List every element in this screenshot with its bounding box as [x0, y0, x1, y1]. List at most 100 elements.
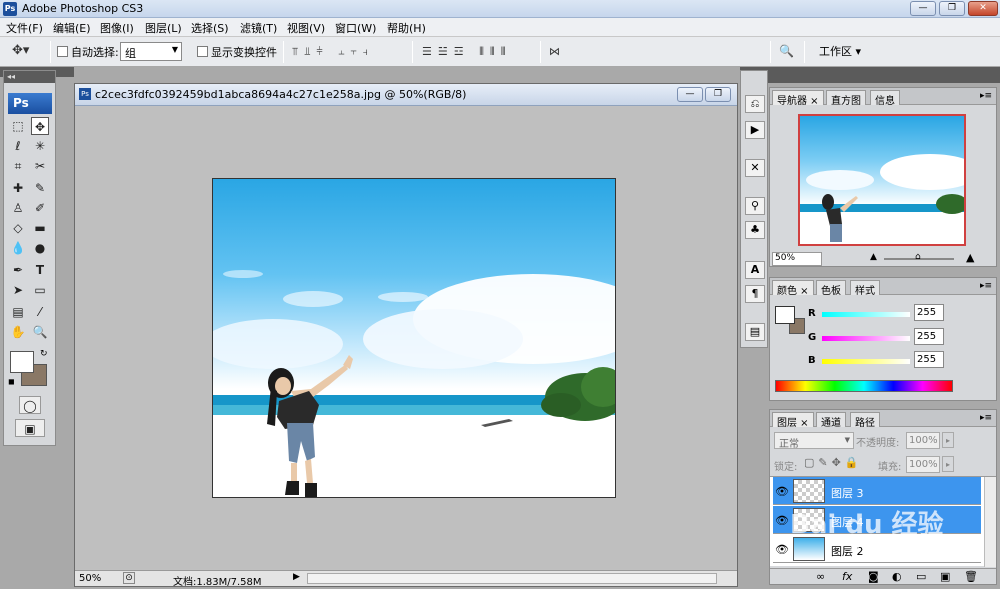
zoom-tool-icon[interactable]: 🔍	[31, 323, 49, 341]
opacity-field[interactable]: 100%	[906, 432, 940, 449]
notes-tool-icon[interactable]: ▤	[9, 303, 27, 321]
new-group-icon[interactable]: ▭	[916, 570, 926, 583]
tab-histogram[interactable]: 直方图	[826, 90, 866, 107]
beach-photo[interactable]	[212, 178, 616, 498]
history-brush-icon[interactable]: ✐	[31, 199, 49, 217]
menu-select[interactable]: 选择(S)	[191, 20, 229, 36]
zoom-in-icon[interactable]: ▲	[966, 251, 974, 264]
fill-field[interactable]: 100%	[906, 456, 940, 473]
doc-restore-button[interactable]: ❐	[705, 87, 731, 102]
minimize-button[interactable]: —	[910, 1, 936, 16]
trash-icon[interactable]: 🗑	[964, 570, 978, 583]
eye-icon[interactable]: 👁	[775, 514, 789, 527]
toolbox-collapse-icon[interactable]: ◂◂	[4, 71, 55, 83]
align-icons[interactable]: ⫪⫫⫩ ⫠⫟⫞	[292, 45, 374, 59]
eraser-tool-icon[interactable]: ◇	[9, 219, 27, 237]
tab-channels[interactable]: 通道	[816, 412, 846, 429]
path-select-icon[interactable]: ➤	[9, 281, 27, 299]
menu-edit[interactable]: 编辑(E)	[53, 20, 91, 36]
shape-tool-icon[interactable]: ▭	[31, 281, 49, 299]
tab-styles[interactable]: 样式	[850, 280, 880, 297]
crop-tool-icon[interactable]: ⌗	[9, 157, 27, 175]
new-layer-icon[interactable]: ▣	[940, 570, 950, 583]
opacity-arrow-icon[interactable]: ▸	[942, 432, 954, 448]
brushes-panel-icon[interactable]: ⚲	[745, 197, 765, 215]
b-channel-value[interactable]: 255	[914, 351, 944, 368]
menu-file[interactable]: 文件(F)	[6, 20, 43, 36]
show-transform-checkbox[interactable]	[197, 46, 208, 57]
layer-comps-icon[interactable]: ▤	[745, 323, 765, 341]
clone-source-icon[interactable]: ♣	[745, 221, 765, 239]
zoom-readout[interactable]: 50%	[79, 573, 101, 584]
lock-icons[interactable]: ▢✎✥🔒	[804, 456, 863, 469]
navigator-preview[interactable]	[798, 114, 966, 246]
tab-navigator[interactable]: 导航器 ×	[772, 90, 824, 107]
close-button[interactable]: ✕	[968, 1, 998, 16]
layer-row[interactable]: 👁 图层 2	[773, 535, 981, 563]
restore-button[interactable]: ❐	[939, 1, 965, 16]
foreground-color-swatch[interactable]	[10, 351, 34, 373]
navigator-zoom-field[interactable]: 50%	[772, 252, 822, 266]
fx-icon[interactable]: fx	[842, 570, 852, 583]
type-tool-icon[interactable]: T	[31, 261, 49, 279]
dodge-tool-icon[interactable]: ●	[31, 239, 49, 257]
bridge-icon[interactable]: 🔍	[779, 44, 794, 58]
lasso-tool-icon[interactable]: ℓ	[9, 137, 27, 155]
paragraph-panel-icon[interactable]: ¶	[745, 285, 765, 303]
distribute-icons[interactable]: ☰☱☲ ⦀⦀⦀	[422, 45, 512, 59]
menu-help[interactable]: 帮助(H)	[387, 20, 426, 36]
tab-color[interactable]: 颜色 ×	[772, 280, 814, 297]
color-fg-swatch[interactable]	[775, 306, 795, 324]
marquee-tool-icon[interactable]: ⬚	[9, 117, 27, 135]
slice-tool-icon[interactable]: ✂	[31, 157, 49, 175]
blur-tool-icon[interactable]: 💧	[9, 239, 27, 257]
zoom-slider-thumb-icon[interactable]: ⌂	[915, 252, 921, 262]
move-tool-icon[interactable]: ✥	[31, 117, 49, 135]
auto-align-icon[interactable]: ⋈	[549, 45, 560, 58]
menu-image[interactable]: 图像(I)	[100, 20, 134, 36]
layers-scrollbar[interactable]	[984, 477, 996, 567]
blend-mode-dropdown[interactable]: 正常 ▼	[774, 432, 854, 450]
brush-tool-icon[interactable]: ✎	[31, 179, 49, 197]
zoom-out-icon[interactable]: ▲	[870, 252, 877, 262]
pen-tool-icon[interactable]: ✒	[9, 261, 27, 279]
magic-wand-icon[interactable]: ✳	[31, 137, 49, 155]
horizontal-scrollbar[interactable]	[307, 573, 717, 584]
tool-presets-icon[interactable]: ✕	[745, 159, 765, 177]
layer-row[interactable]: 👁 图层 4	[773, 506, 981, 534]
panel-menu-icon[interactable]: ▸≡	[980, 281, 992, 291]
history-panel-icon[interactable]: ⎌	[745, 95, 765, 113]
hand-tool-icon[interactable]: ✋	[9, 323, 27, 341]
tab-layers[interactable]: 图层 ×	[772, 412, 814, 429]
status-arrow-icon[interactable]: ▶	[293, 572, 300, 582]
auto-select-checkbox[interactable]	[57, 46, 68, 57]
g-channel-slider[interactable]	[822, 336, 910, 341]
canvas-area[interactable]	[75, 107, 737, 569]
healing-brush-icon[interactable]: ✚	[9, 179, 27, 197]
auto-select-dropdown[interactable]: 组 ▼	[120, 42, 182, 61]
menu-layer[interactable]: 图层(L)	[145, 20, 182, 36]
screen-mode-icon[interactable]: ▣	[15, 419, 45, 437]
color-spectrum-bar[interactable]	[775, 380, 953, 392]
tab-swatches[interactable]: 色板	[816, 280, 846, 297]
link-layers-icon[interactable]: ∞	[816, 570, 825, 583]
panel-menu-icon[interactable]: ▸≡	[980, 91, 992, 101]
g-channel-value[interactable]: 255	[914, 328, 944, 345]
r-channel-slider[interactable]	[822, 312, 910, 317]
eyedropper-icon[interactable]: ⁄	[31, 303, 49, 321]
eye-icon[interactable]: 👁	[775, 485, 789, 498]
adjustment-layer-icon[interactable]: ◐	[892, 570, 902, 583]
b-channel-slider[interactable]	[822, 359, 910, 364]
workspace-button[interactable]: 工作区 ▾	[810, 42, 870, 62]
default-colors-icon[interactable]: ◼	[8, 377, 15, 386]
swap-colors-icon[interactable]: ↻	[40, 349, 48, 359]
layer-row[interactable]: 👁 图层 3	[773, 477, 981, 505]
add-mask-icon[interactable]: ◙	[868, 570, 879, 583]
r-channel-value[interactable]: 255	[914, 304, 944, 321]
panel-menu-icon[interactable]: ▸≡	[980, 413, 992, 423]
character-panel-icon[interactable]: A	[745, 261, 765, 279]
doc-minimize-button[interactable]: —	[677, 87, 703, 102]
move-tool-preset-icon[interactable]: ✥▾	[12, 43, 29, 58]
clone-stamp-icon[interactable]: ♙	[9, 199, 27, 217]
status-menu-icon[interactable]: ⊙	[123, 572, 135, 584]
